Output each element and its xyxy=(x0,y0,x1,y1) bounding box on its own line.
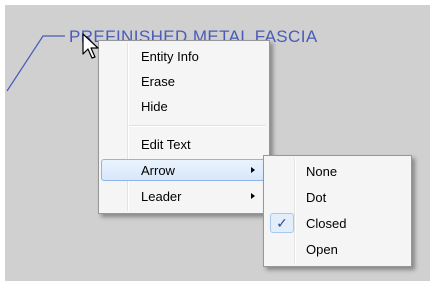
menu-item-label: Hide xyxy=(141,99,168,114)
context-menu: Entity Info Erase Hide Edit Text Arrow L… xyxy=(98,40,270,214)
submenu-arrow-icon xyxy=(251,193,255,199)
submenu-item-label: Open xyxy=(306,242,338,257)
submenu-item-none[interactable]: None xyxy=(266,160,409,182)
menu-item-erase[interactable]: Erase xyxy=(101,70,267,92)
arrow-submenu: None Dot ✓ Closed Open xyxy=(263,155,412,267)
menu-item-label: Entity Info xyxy=(141,49,199,64)
submenu-item-label: None xyxy=(306,164,338,179)
mouse-pointer-icon xyxy=(82,33,99,59)
menu-item-entity-info[interactable]: Entity Info xyxy=(101,45,267,67)
menu-item-leader[interactable]: Leader xyxy=(101,185,267,207)
menu-separator xyxy=(129,125,266,127)
menu-item-arrow[interactable]: Arrow xyxy=(101,159,267,181)
menu-item-label: Erase xyxy=(141,74,175,89)
submenu-arrow-icon xyxy=(251,167,255,173)
submenu-item-open[interactable]: Open xyxy=(266,238,409,260)
menu-item-hide[interactable]: Hide xyxy=(101,95,267,117)
menu-item-label: Arrow xyxy=(141,163,175,178)
submenu-item-label: Closed xyxy=(306,216,347,231)
submenu-item-label: Dot xyxy=(306,190,327,205)
submenu-item-closed[interactable]: ✓ Closed xyxy=(266,212,409,234)
menu-item-label: Leader xyxy=(141,189,182,204)
submenu-item-dot[interactable]: Dot xyxy=(266,186,409,208)
menu-item-edit-text[interactable]: Edit Text xyxy=(101,133,267,155)
menu-item-label: Edit Text xyxy=(141,137,191,152)
checkmark-icon: ✓ xyxy=(270,213,294,233)
